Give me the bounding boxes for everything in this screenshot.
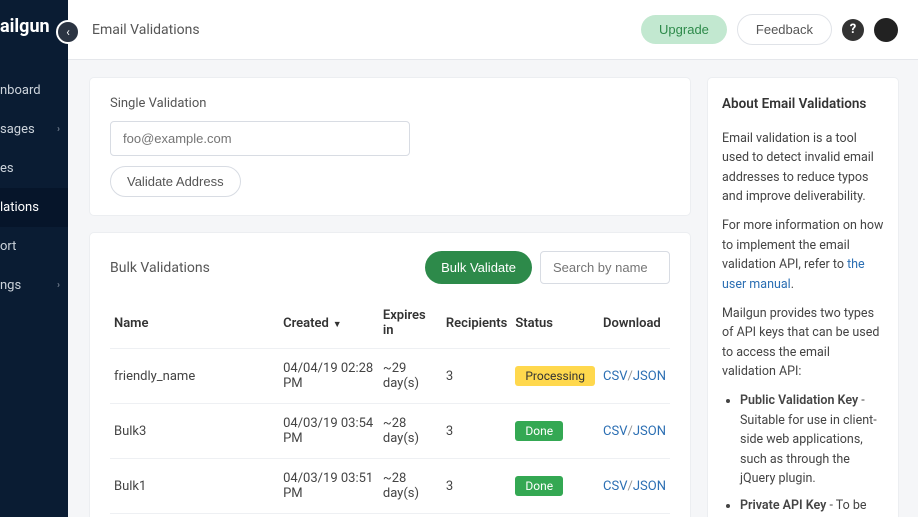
about-p2: For more information on how to implement… (722, 216, 884, 294)
status-badge: Done (515, 421, 563, 441)
cell-expires: ~29 day(s) (379, 349, 442, 404)
nav-item-5[interactable]: ngs › (0, 266, 68, 305)
download-csv-link[interactable]: CSV (603, 369, 627, 384)
single-validation-title: Single Validation (110, 96, 670, 111)
topbar: Email Validations Upgrade Feedback ? (68, 0, 918, 60)
cell-download: CSV/JSON (599, 349, 670, 404)
about-li2: Private API Key - To be used in backend … (740, 496, 884, 517)
col-download[interactable]: Download (599, 298, 670, 349)
download-csv-link[interactable]: CSV (603, 424, 627, 439)
nav-item-3[interactable]: lations (0, 188, 68, 227)
status-badge: Done (515, 476, 563, 496)
cell-expires: ~28 day(s) (379, 459, 442, 514)
nav-item-1[interactable]: sages › (0, 110, 68, 149)
cell-recipients: 3 (442, 459, 511, 514)
cell-name: Bulk1 (110, 459, 279, 514)
cell-status: Done (511, 404, 599, 459)
nav-item-label: ort (0, 239, 16, 254)
about-p3: Mailgun provides two types of API keys t… (722, 304, 884, 382)
download-json-link[interactable]: JSON (633, 479, 666, 494)
col-recipients[interactable]: Recipients (442, 298, 511, 349)
avatar[interactable] (874, 18, 898, 42)
chevron-right-icon: › (57, 124, 60, 135)
col-status[interactable]: Status (511, 298, 599, 349)
cell-created: 04/03/19 03:51 PM (279, 459, 379, 514)
validate-address-button[interactable]: Validate Address (110, 166, 241, 197)
page-title: Email Validations (92, 22, 200, 38)
search-input[interactable] (540, 251, 670, 284)
sidebar-collapse-button[interactable]: ‹ (56, 20, 80, 44)
cell-download: CSV/JSON (599, 459, 670, 514)
cell-recipients: 3 (442, 349, 511, 404)
about-panel: About Email Validations Email validation… (708, 78, 898, 517)
cell-name: Bulk3 (110, 404, 279, 459)
nav-item-0[interactable]: nboard (0, 71, 68, 110)
about-li1: Public Validation Key - Suitable for use… (740, 391, 884, 488)
download-csv-link[interactable]: CSV (603, 479, 627, 494)
nav-item-label: sages (0, 122, 35, 137)
sidebar: ailgun ‹ nboardsages›eslationsortngs› (0, 0, 68, 517)
chevron-right-icon: › (57, 280, 60, 291)
cell-created: 04/03/19 03:46 PM (279, 514, 379, 517)
feedback-button[interactable]: Feedback (737, 14, 832, 45)
nav: nboard sages › es lations ort ngs › (0, 71, 68, 305)
nav-item-label: ngs (0, 278, 21, 293)
cell-expires: ~28 day(s) (379, 404, 442, 459)
cell-status: Done (511, 459, 599, 514)
bulk-validations-panel: Bulk Validations Bulk Validate Name Crea… (90, 233, 690, 517)
cell-expires: ~28 day(s) (379, 514, 442, 517)
cell-download: CSV/JSON (599, 514, 670, 517)
upgrade-button[interactable]: Upgrade (641, 15, 727, 44)
cell-status: Done (511, 514, 599, 517)
cell-recipients: 3 (442, 514, 511, 517)
table-row[interactable]: friendly_name04/04/19 02:28 PM~29 day(s)… (110, 349, 670, 404)
cell-created: 04/03/19 03:54 PM (279, 404, 379, 459)
nav-item-2[interactable]: es (0, 149, 68, 188)
nav-item-label: es (0, 161, 14, 176)
col-created[interactable]: Created▼ (279, 298, 379, 349)
nav-item-4[interactable]: ort (0, 227, 68, 266)
nav-item-label: lations (0, 200, 39, 215)
cell-name: friendly_name (110, 349, 279, 404)
download-json-link[interactable]: JSON (633, 369, 666, 384)
sort-desc-icon: ▼ (333, 320, 342, 330)
download-json-link[interactable]: JSON (633, 424, 666, 439)
cell-created: 04/04/19 02:28 PM (279, 349, 379, 404)
col-expires[interactable]: Expires in (379, 298, 442, 349)
bulk-validate-button[interactable]: Bulk Validate (425, 251, 532, 284)
col-name[interactable]: Name (110, 298, 279, 349)
cell-recipients: 3 (442, 404, 511, 459)
nav-item-label: nboard (0, 83, 41, 98)
bulk-table: Name Created▼ Expires in Recipients Stat… (110, 298, 670, 517)
status-badge: Processing (515, 366, 595, 386)
table-row[interactable]: List104/03/19 03:46 PM~28 day(s)3DoneCSV… (110, 514, 670, 517)
about-title: About Email Validations (722, 94, 884, 115)
help-icon[interactable]: ? (842, 19, 864, 41)
bulk-title: Bulk Validations (110, 260, 210, 276)
about-p1: Email validation is a tool used to detec… (722, 129, 884, 207)
cell-download: CSV/JSON (599, 404, 670, 459)
cell-status: Processing (511, 349, 599, 404)
single-validation-panel: Single Validation Validate Address (90, 78, 690, 215)
single-validation-input[interactable] (110, 121, 410, 156)
table-row[interactable]: Bulk304/03/19 03:54 PM~28 day(s)3Done CSV… (110, 404, 670, 459)
table-row[interactable]: Bulk104/03/19 03:51 PM~28 day(s)3DoneCSV… (110, 459, 670, 514)
cell-name: List1 (110, 514, 279, 517)
